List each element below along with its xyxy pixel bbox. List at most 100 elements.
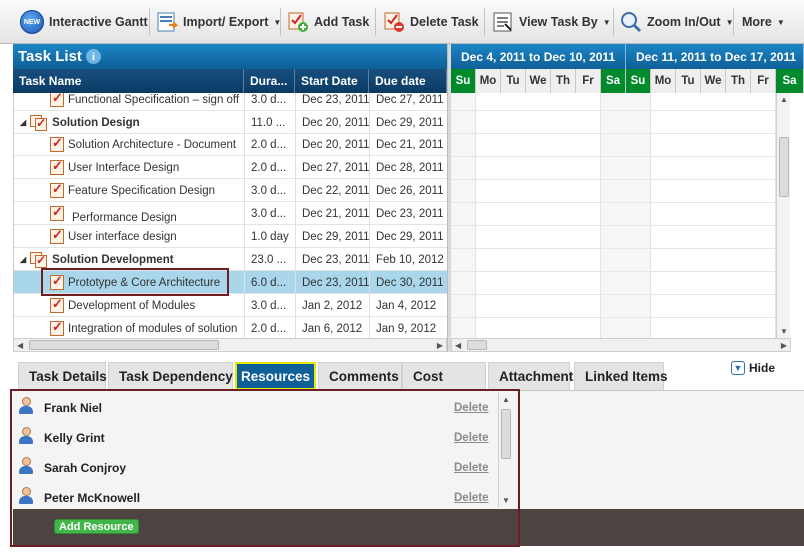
start-date-cell: Jan 2, 2012 xyxy=(296,294,370,317)
toolbar-separator xyxy=(149,8,150,36)
gantt-column xyxy=(651,93,776,338)
add-task-label: Add Task xyxy=(314,15,370,29)
collapse-triangle-icon[interactable]: ◢ xyxy=(20,118,26,127)
column-header-duration[interactable]: Dura... xyxy=(244,69,295,93)
scrollbar-thumb[interactable] xyxy=(467,340,487,350)
day-header: Th xyxy=(726,69,751,93)
scrollbar-thumb[interactable] xyxy=(29,340,219,350)
gantt-row-line xyxy=(451,202,776,203)
collapse-triangle-icon[interactable]: ◢ xyxy=(20,255,26,264)
zoom-button[interactable]: Zoom In/Out ▼ xyxy=(620,8,734,36)
scroll-right-icon[interactable]: ▶ xyxy=(781,341,787,350)
table-row[interactable]: Solution Architecture - Document 2.0 d..… xyxy=(14,133,447,156)
day-header: Su xyxy=(451,69,476,93)
duration-cell: 2.0 d... xyxy=(245,133,296,156)
table-row[interactable]: Functional Specification – sign off 3.0 … xyxy=(14,93,447,111)
table-row[interactable]: User interface design 1.0 day Dec 29, 20… xyxy=(14,225,447,248)
table-row[interactable]: Integration of modules of solution 2.0 d… xyxy=(14,317,447,338)
toolbar-separator xyxy=(280,8,281,36)
duration-cell: 23.0 ... xyxy=(245,248,296,271)
import-export-label: Import/ Export xyxy=(183,15,269,29)
scroll-left-icon[interactable]: ◀ xyxy=(455,341,461,350)
task-name: User interface design xyxy=(68,230,177,243)
duration-cell: 2.0 d... xyxy=(245,317,296,338)
tab-task-details[interactable]: Task Details xyxy=(18,362,107,390)
task-icon xyxy=(50,319,64,336)
scrollbar-thumb[interactable] xyxy=(779,137,789,197)
task-icon xyxy=(50,227,64,244)
info-icon[interactable]: i xyxy=(85,49,101,64)
gantt-column xyxy=(476,93,601,338)
task-name: User Interface Design xyxy=(68,161,180,174)
tab-resources[interactable]: Resources xyxy=(235,362,316,390)
tab-cost[interactable]: Cost xyxy=(402,362,486,390)
day-header: Sa xyxy=(776,69,804,93)
toolbar-separator xyxy=(484,8,485,36)
tab-task-dependency[interactable]: Task Dependency xyxy=(108,362,233,390)
start-date-cell: Dec 21, 2011 xyxy=(296,202,370,225)
due-date-cell: Dec 23, 2011 xyxy=(370,202,447,225)
gantt-row-line xyxy=(451,156,776,157)
hide-panel-button[interactable]: ▼ Hide xyxy=(731,361,775,375)
due-date-cell: Feb 10, 2012 xyxy=(370,248,447,271)
add-task-button[interactable]: Add Task xyxy=(287,8,369,36)
start-date-cell: Dec 23, 2011 xyxy=(296,271,370,294)
gantt-vertical-scrollbar[interactable]: ▲ ▼ xyxy=(776,93,790,338)
delete-task-icon xyxy=(384,12,404,32)
start-date-cell: Dec 20, 2011 xyxy=(296,111,370,134)
task-icon xyxy=(50,296,64,313)
selected-task-highlight xyxy=(41,268,229,296)
task-list-title: Task List xyxy=(18,48,82,65)
task-name: Solution Design xyxy=(52,116,140,129)
interactive-gantt-label: Interactive Gantt xyxy=(49,15,148,29)
gantt-horizontal-scrollbar[interactable]: ◀ ▶ xyxy=(451,338,791,352)
day-header: Tu xyxy=(676,69,701,93)
task-icon xyxy=(50,158,64,175)
interactive-gantt-button[interactable]: NEW Interactive Gantt xyxy=(20,8,148,36)
task-name: Feature Specification Design xyxy=(68,184,216,197)
toolbar: NEW Interactive Gantt Import/ Export ▼ A… xyxy=(0,0,804,44)
gantt-row-line xyxy=(451,248,776,249)
table-row[interactable]: Development of Modules 3.0 d... Jan 2, 2… xyxy=(14,294,447,317)
import-export-icon xyxy=(157,12,178,32)
scroll-left-icon[interactable]: ◀ xyxy=(17,341,23,350)
column-header-task-name[interactable]: Task Name xyxy=(13,69,244,93)
scroll-up-icon[interactable]: ▲ xyxy=(780,95,788,104)
task-name: Solution Architecture - Document xyxy=(68,138,237,151)
task-name: Functional Specification – sign off xyxy=(68,93,240,106)
day-header: Fr xyxy=(576,69,601,93)
more-label: More xyxy=(742,15,772,29)
resources-highlight xyxy=(10,389,520,547)
task-name-cell: ◢ Solution Design xyxy=(14,111,245,134)
delete-task-button[interactable]: Delete Task xyxy=(383,8,479,36)
task-name-cell: Solution Architecture - Document xyxy=(14,133,245,156)
tab-linked-items[interactable]: Linked Items xyxy=(574,362,668,390)
more-button[interactable]: More ▼ xyxy=(742,8,785,36)
scroll-down-icon[interactable]: ▼ xyxy=(780,327,788,336)
table-row[interactable]: ◢ Solution Design 11.0 ... Dec 20, 2011 … xyxy=(14,111,447,134)
zoom-label: Zoom In/Out xyxy=(647,15,721,29)
table-row[interactable]: Performance Design 3.0 d... Dec 21, 2011… xyxy=(14,202,447,225)
task-group-icon xyxy=(30,251,48,268)
view-task-by-label: View Task By xyxy=(519,15,598,29)
tab-attachment[interactable]: Attachment xyxy=(488,362,573,390)
import-export-button[interactable]: Import/ Export ▼ xyxy=(156,8,281,36)
tab-comments[interactable]: Comments xyxy=(318,362,402,390)
table-row[interactable]: Feature Specification Design 3.0 d... De… xyxy=(14,179,447,202)
column-header-start-date[interactable]: Start Date xyxy=(295,69,369,93)
duration-cell: 1.0 day xyxy=(245,225,296,248)
day-header: Tu xyxy=(501,69,526,93)
task-icon xyxy=(50,135,64,152)
column-header-due-date[interactable]: Due date xyxy=(369,69,447,93)
toolbar-separator xyxy=(375,8,376,36)
task-name-cell: Development of Modules xyxy=(14,294,245,317)
chevron-down-icon: ▼ xyxy=(602,17,611,27)
toolbar-separator xyxy=(613,8,614,36)
task-grid: Functional Specification – sign off 3.0 … xyxy=(13,93,447,338)
task-icon xyxy=(50,93,64,107)
task-list-horizontal-scrollbar[interactable]: ◀ ▶ xyxy=(13,338,447,352)
view-task-by-button[interactable]: View Task By ▼ xyxy=(492,8,611,36)
task-name-cell: Performance Design xyxy=(14,202,245,225)
scroll-right-icon[interactable]: ▶ xyxy=(437,341,443,350)
table-row[interactable]: User Interface Design 2.0 d... Dec 27, 2… xyxy=(14,156,447,179)
